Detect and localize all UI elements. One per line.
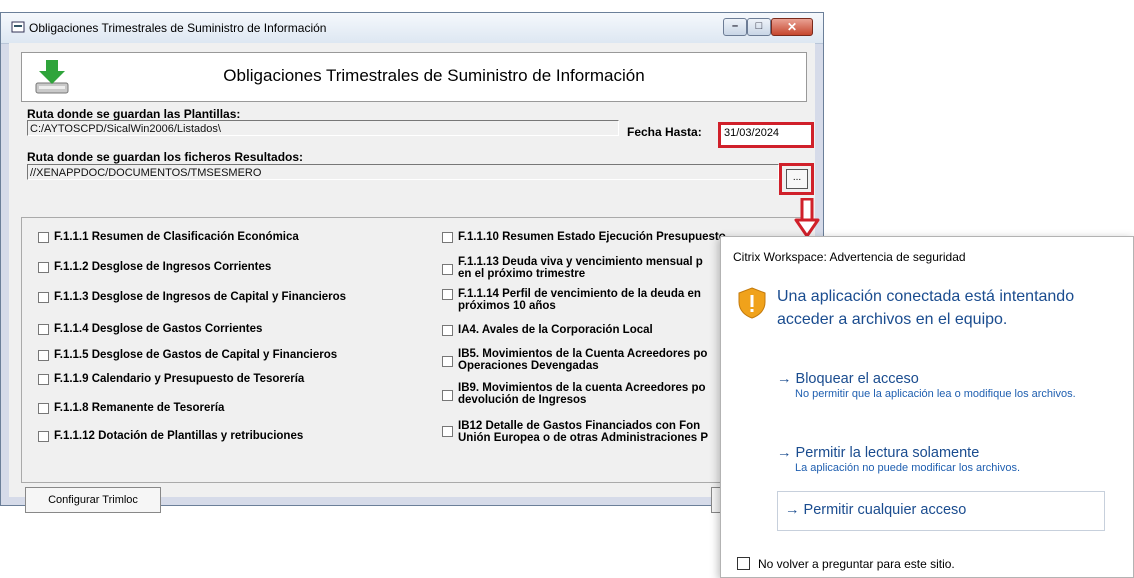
dialog-message: Una aplicación conectada está intentando… [777,288,1075,328]
option-cualquier[interactable]: → Permitir cualquier acceso [777,491,1105,531]
shield-warning-icon [738,287,766,319]
checkbox[interactable] [442,232,453,243]
plantillas-label: Ruta donde se guardan las Plantillas: [27,107,241,121]
main-window: Obligaciones Trimestrales de Suministro … [0,12,824,513]
down-arrow-icon [794,198,820,238]
checkbox[interactable] [38,232,49,243]
checkbox[interactable] [442,426,453,437]
checkbox[interactable] [38,292,49,303]
checkbox[interactable] [38,350,49,361]
checkbox[interactable] [38,262,49,273]
title-bar[interactable]: Obligaciones Trimestrales de Suministro … [1,13,823,44]
checkbox[interactable] [38,374,49,385]
client-area: Obligaciones Trimestrales de Suministro … [9,43,815,513]
fecha-hasta-label: Fecha Hasta: [627,125,702,139]
configurar-trimloc-button[interactable]: Configurar Trimloc [25,487,161,513]
checkbox[interactable] [442,289,453,300]
option-lectura[interactable]: → Permitir la lectura solamente La aplic… [777,445,1085,475]
security-warning-dialog: Citrix Workspace: Advertencia de segurid… [720,236,1134,578]
arrow-right-icon: → [777,445,792,461]
checkbox[interactable] [38,403,49,414]
app-icon [11,21,25,33]
checkbox[interactable] [38,324,49,335]
browse-highlight: ... [779,163,814,195]
checkbox[interactable] [442,356,453,367]
checkbox[interactable] [442,264,453,275]
browse-folder-button[interactable]: ... [786,169,808,189]
resultados-label: Ruta donde se guardan los ficheros Resul… [27,150,304,164]
header-title: Obligaciones Trimestrales de Suministro … [223,66,645,85]
checkbox[interactable] [442,390,453,401]
close-button[interactable]: ✕ [771,18,813,36]
maximize-button[interactable]: □ [747,18,771,36]
arrow-right-icon: → [785,502,800,518]
dont-ask-checkbox[interactable]: No volver a preguntar para este sitio. [737,557,955,571]
report-checklist: F.1.1.1 Resumen de Clasificación Económi… [21,217,807,483]
plantillas-path-field[interactable]: C:/AYTOSCPD/SicalWin2006/Listados\ [27,120,619,136]
checkbox[interactable] [442,325,453,336]
option-bloquear[interactable]: → Bloquear el acceso No permitir que la … [777,371,1085,401]
window-title: Obligaciones Trimestrales de Suministro … [29,21,327,35]
resultados-path-field[interactable]: //XENAPPDOC/DOCUMENTOS/TMSESMERO [27,164,779,180]
minimize-button[interactable]: – [723,18,747,36]
arrow-right-icon: → [777,371,792,387]
dialog-title: Citrix Workspace: Advertencia de segurid… [733,250,966,264]
header-panel: Obligaciones Trimestrales de Suministro … [21,52,807,102]
fecha-hasta-input[interactable]: 31/03/2024 [718,122,814,148]
checkbox[interactable] [38,431,49,442]
